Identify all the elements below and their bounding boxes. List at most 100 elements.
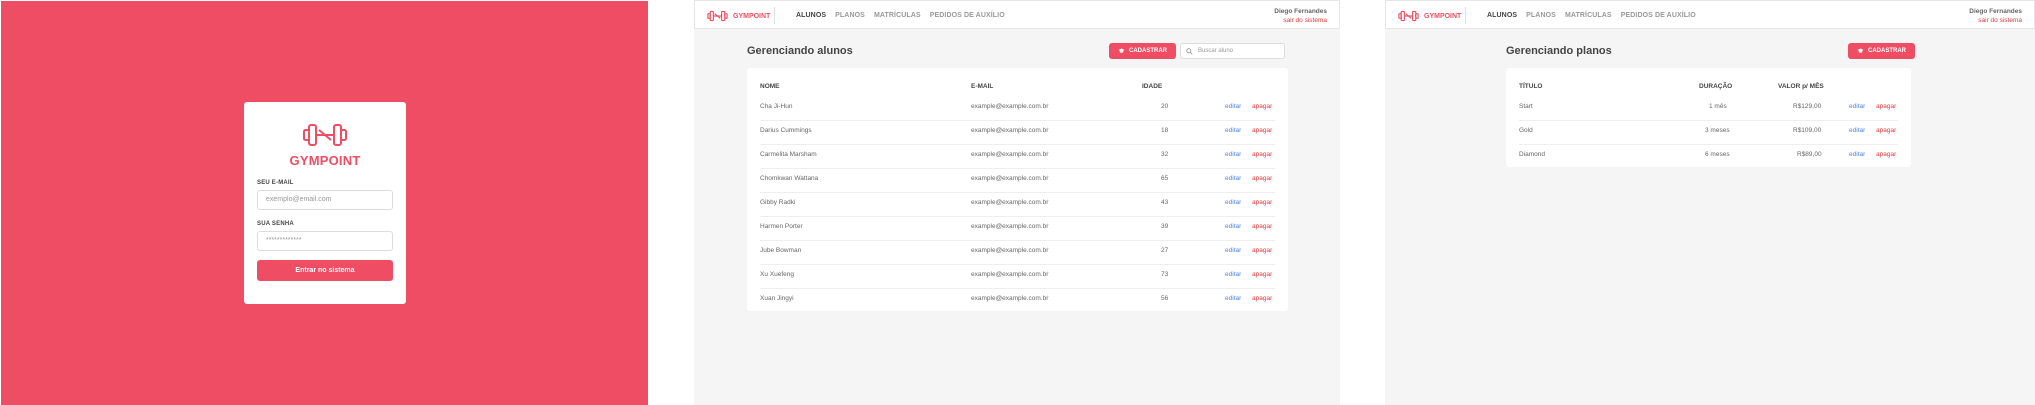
- table-row: Gibby Radki example@example.com.br 43 ed…: [760, 193, 1275, 217]
- table-row: Start 1 mês R$129,00 editar apagar: [1519, 97, 1898, 121]
- delete-link[interactable]: apagar: [1252, 247, 1272, 254]
- brand-name: GYMPOINT: [1424, 12, 1462, 20]
- login-card: GYMPOINT SEU E-MAIL exemplo@email.com SU…: [244, 102, 406, 304]
- edit-link[interactable]: editar: [1225, 199, 1241, 206]
- password-field[interactable]: *************: [257, 231, 393, 251]
- plans-screen: GYMPOINT ALUNOS PLANOS MATRÍCULAS PEDIDO…: [1385, 0, 2035, 405]
- login-brand: GYMPOINT: [289, 153, 361, 168]
- student-name: Xu Xuefeng: [760, 271, 794, 278]
- student-age: 73: [1161, 271, 1169, 278]
- edit-link[interactable]: editar: [1225, 295, 1241, 302]
- logout-link[interactable]: sair do sistema: [1274, 17, 1327, 24]
- search-icon: [1186, 48, 1193, 55]
- add-button-label: CADASTRAR: [1129, 48, 1167, 54]
- dumbbell-icon: [1398, 10, 1419, 22]
- table-row: Cha Ji-Hun example@example.com.br 20 edi…: [760, 97, 1275, 121]
- edit-link[interactable]: editar: [1849, 151, 1865, 158]
- plans-table: TÍTULO DURAÇÃO VALOR p/ MÊS Start 1 mês …: [1506, 68, 1911, 167]
- student-email: example@example.com.br: [971, 175, 1049, 182]
- plan-title: Start: [1519, 103, 1533, 110]
- screenshot-collage: GYMPOINT SEU E-MAIL exemplo@email.com SU…: [0, 0, 2035, 405]
- table-row: Chomkwan Wattana example@example.com.br …: [760, 169, 1275, 193]
- edit-link[interactable]: editar: [1225, 247, 1241, 254]
- graduation-cap-icon: [1857, 48, 1864, 53]
- column-header-duration: DURAÇÃO: [1699, 83, 1733, 90]
- edit-link[interactable]: editar: [1849, 103, 1865, 110]
- nav-item-matriculas[interactable]: MATRÍCULAS: [1565, 12, 1612, 19]
- table-row: Gold 3 meses R$109,00 editar apagar: [1519, 121, 1898, 145]
- edit-link[interactable]: editar: [1849, 127, 1865, 134]
- plan-duration: 3 meses: [1705, 127, 1730, 134]
- brand-name: GYMPOINT: [733, 12, 771, 20]
- delete-link[interactable]: apagar: [1252, 127, 1272, 134]
- student-name: Carmelita Marsham: [760, 151, 817, 158]
- delete-link[interactable]: apagar: [1252, 151, 1272, 158]
- email-field[interactable]: exemplo@email.com: [257, 190, 393, 210]
- column-header-name: NOME: [760, 83, 780, 90]
- edit-link[interactable]: editar: [1225, 103, 1241, 110]
- delete-link[interactable]: apagar: [1252, 103, 1272, 110]
- main-nav: ALUNOS PLANOS MATRÍCULAS PEDIDOS DE AUXÍ…: [1487, 12, 1705, 19]
- page-title: Gerenciando planos: [1506, 45, 1612, 57]
- delete-link[interactable]: apagar: [1252, 175, 1272, 182]
- brand-logo[interactable]: GYMPOINT: [707, 10, 770, 22]
- edit-link[interactable]: editar: [1225, 271, 1241, 278]
- search-input[interactable]: Buscar aluno: [1180, 43, 1285, 59]
- table-row: Harmen Porter example@example.com.br 39 …: [760, 217, 1275, 241]
- delete-link[interactable]: apagar: [1876, 127, 1896, 134]
- edit-link[interactable]: editar: [1225, 151, 1241, 158]
- student-name: Cha Ji-Hun: [760, 103, 793, 110]
- add-student-button[interactable]: CADASTRAR: [1109, 43, 1176, 59]
- page-title: Gerenciando alunos: [747, 45, 853, 57]
- table-row: Jube Bowman example@example.com.br 27 ed…: [760, 241, 1275, 265]
- dumbbell-icon: [707, 10, 728, 22]
- main-nav: ALUNOS PLANOS MATRÍCULAS PEDIDOS DE AUXÍ…: [796, 12, 1014, 19]
- password-label: SUA SENHA: [257, 221, 294, 227]
- plan-price: R$109,00: [1793, 127, 1822, 134]
- student-email: example@example.com.br: [971, 271, 1049, 278]
- student-name: Darius Cummings: [760, 127, 812, 134]
- delete-link[interactable]: apagar: [1252, 199, 1272, 206]
- nav-item-alunos[interactable]: ALUNOS: [1487, 12, 1517, 19]
- login-button[interactable]: Entrar no sistema: [257, 260, 393, 281]
- student-name: Chomkwan Wattana: [760, 175, 819, 182]
- column-header-price: VALOR p/ MÊS: [1778, 83, 1824, 90]
- nav-item-pedidos[interactable]: PEDIDOS DE AUXÍLIO: [1621, 12, 1696, 19]
- brand-logo[interactable]: GYMPOINT: [1398, 10, 1461, 22]
- add-plan-button[interactable]: CADASTRAR: [1848, 43, 1915, 59]
- edit-link[interactable]: editar: [1225, 175, 1241, 182]
- plan-price: R$129,00: [1793, 103, 1822, 110]
- student-name: Xuan Jingyi: [760, 295, 794, 302]
- delete-link[interactable]: apagar: [1876, 103, 1896, 110]
- delete-link[interactable]: apagar: [1252, 295, 1272, 302]
- dumbbell-icon: [303, 124, 347, 146]
- nav-item-planos[interactable]: PLANOS: [835, 12, 865, 19]
- edit-link[interactable]: editar: [1225, 223, 1241, 230]
- nav-item-pedidos[interactable]: PEDIDOS DE AUXÍLIO: [930, 12, 1005, 19]
- logout-link[interactable]: sair do sistema: [1969, 17, 2022, 24]
- nav-item-planos[interactable]: PLANOS: [1526, 12, 1556, 19]
- student-age: 39: [1161, 223, 1169, 230]
- plan-duration: 6 meses: [1705, 151, 1730, 158]
- add-button-label: CADASTRAR: [1868, 48, 1906, 54]
- student-email: example@example.com.br: [971, 247, 1049, 254]
- delete-link[interactable]: apagar: [1252, 271, 1272, 278]
- user-name: Diego Fernandes: [1274, 8, 1327, 15]
- nav-item-matriculas[interactable]: MATRÍCULAS: [874, 12, 921, 19]
- nav-item-alunos[interactable]: ALUNOS: [796, 12, 826, 19]
- student-age: 20: [1161, 103, 1169, 110]
- student-age: 18: [1161, 127, 1169, 134]
- student-email: example@example.com.br: [971, 199, 1049, 206]
- column-header-email: E-MAIL: [971, 83, 994, 90]
- delete-link[interactable]: apagar: [1876, 151, 1896, 158]
- user-menu: Diego Fernandes sair do sistema: [1969, 8, 2022, 24]
- divider: [774, 7, 775, 24]
- student-age: 43: [1161, 199, 1169, 206]
- user-menu: Diego Fernandes sair do sistema: [1274, 8, 1327, 24]
- student-name: Harmen Porter: [760, 223, 803, 230]
- edit-link[interactable]: editar: [1225, 127, 1241, 134]
- delete-link[interactable]: apagar: [1252, 223, 1272, 230]
- plan-title: Gold: [1519, 127, 1533, 134]
- table-row: Xuan Jingyi example@example.com.br 56 ed…: [760, 289, 1275, 313]
- divider: [1465, 7, 1466, 24]
